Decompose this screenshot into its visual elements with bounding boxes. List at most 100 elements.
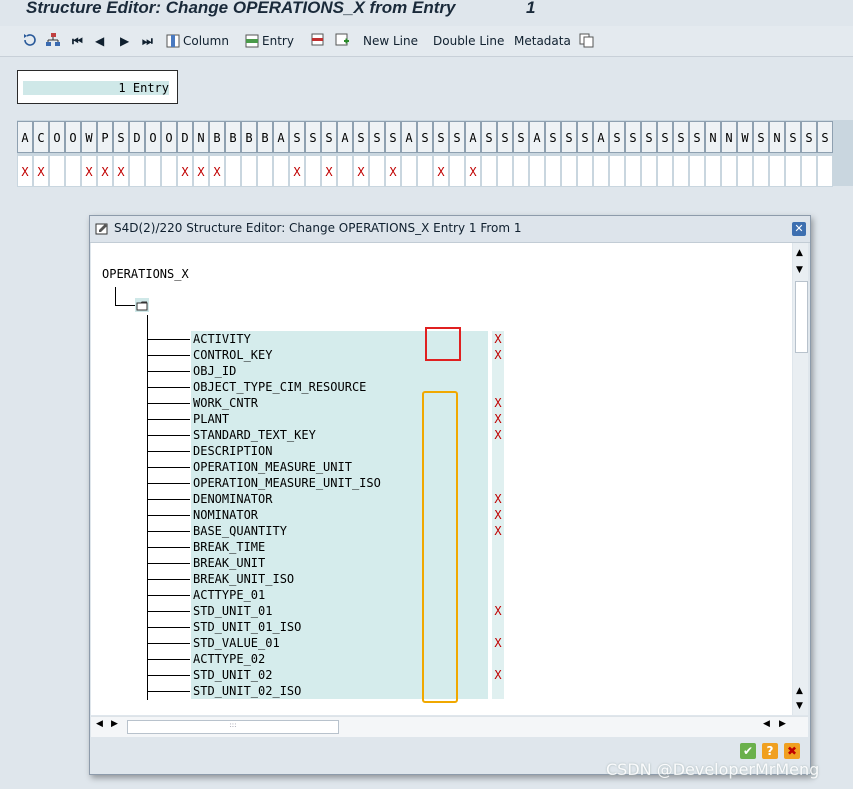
grid-column-header[interactable]: O bbox=[161, 121, 177, 153]
grid-column-header[interactable]: O bbox=[49, 121, 65, 153]
grid-column-header[interactable]: S bbox=[433, 121, 449, 153]
grid-cell[interactable] bbox=[561, 155, 577, 187]
first-page-icon[interactable]: ⏮ bbox=[72, 32, 83, 50]
grid-cell[interactable]: X bbox=[353, 155, 369, 187]
field-value[interactable] bbox=[492, 587, 504, 603]
scroll-right-end-icon[interactable]: ▶ bbox=[779, 719, 786, 729]
last-page-icon[interactable]: ⏭ bbox=[142, 32, 153, 50]
grid-column-header[interactable]: S bbox=[577, 121, 593, 153]
grid-cell[interactable] bbox=[337, 155, 353, 187]
grid-cell[interactable]: X bbox=[385, 155, 401, 187]
grid-cell[interactable] bbox=[737, 155, 753, 187]
grid-cell[interactable] bbox=[705, 155, 721, 187]
grid-cell[interactable] bbox=[369, 155, 385, 187]
confirm-button[interactable]: ✔ bbox=[740, 743, 756, 759]
grid-cell[interactable] bbox=[225, 155, 241, 187]
grid-column-header[interactable]: O bbox=[145, 121, 161, 153]
grid-column-header[interactable]: B bbox=[257, 121, 273, 153]
grid-cell[interactable]: X bbox=[33, 155, 49, 187]
grid-cell[interactable] bbox=[497, 155, 513, 187]
new-line-button[interactable]: New Line bbox=[363, 32, 418, 50]
grid-column-header[interactable]: P bbox=[97, 121, 113, 153]
grid-column-header[interactable]: A bbox=[593, 121, 609, 153]
grid-column-header[interactable]: A bbox=[401, 121, 417, 153]
grid-cell[interactable] bbox=[417, 155, 433, 187]
scroll-thumb[interactable] bbox=[795, 281, 808, 353]
field-value[interactable]: X bbox=[492, 507, 504, 523]
grid-cell[interactable]: X bbox=[113, 155, 129, 187]
grid-cell[interactable] bbox=[785, 155, 801, 187]
grid-column-header[interactable]: S bbox=[417, 121, 433, 153]
hscroll-thumb[interactable]: ::: bbox=[127, 720, 339, 734]
grid-column-header[interactable]: S bbox=[497, 121, 513, 153]
scroll-left-end-icon[interactable]: ◀ bbox=[763, 719, 770, 729]
grid-column-header[interactable]: S bbox=[289, 121, 305, 153]
grid-cell[interactable] bbox=[545, 155, 561, 187]
grid-cell[interactable]: X bbox=[193, 155, 209, 187]
field-value[interactable]: X bbox=[492, 331, 504, 347]
copy-icon[interactable] bbox=[578, 32, 594, 50]
previous-page-icon[interactable]: ◀ bbox=[95, 32, 104, 50]
grid-column-header[interactable]: N bbox=[721, 121, 737, 153]
grid-column-header[interactable]: S bbox=[689, 121, 705, 153]
field-value[interactable] bbox=[492, 651, 504, 667]
cancel-button[interactable]: ✖ bbox=[784, 743, 800, 759]
grid-column-header[interactable]: B bbox=[241, 121, 257, 153]
grid-column-header[interactable]: S bbox=[625, 121, 641, 153]
grid-cell[interactable]: X bbox=[465, 155, 481, 187]
grid-column-header[interactable]: A bbox=[273, 121, 289, 153]
scroll-down-bottom-icon[interactable]: ▼ bbox=[796, 701, 803, 711]
grid-column-header[interactable]: S bbox=[481, 121, 497, 153]
field-value[interactable] bbox=[492, 443, 504, 459]
grid-column-header[interactable]: A bbox=[529, 121, 545, 153]
hierarchy-icon[interactable] bbox=[45, 32, 61, 50]
grid-cell[interactable] bbox=[401, 155, 417, 187]
scroll-up-icon[interactable]: ▲ bbox=[796, 248, 803, 258]
grid-column-header[interactable]: W bbox=[737, 121, 753, 153]
dialog-title-bar[interactable]: S4D(2)/220 Structure Editor: Change OPER… bbox=[90, 216, 810, 243]
grid-column-header[interactable]: A bbox=[337, 121, 353, 153]
close-button[interactable]: ✕ bbox=[792, 222, 806, 236]
field-value[interactable] bbox=[492, 555, 504, 571]
field-value[interactable]: X bbox=[492, 523, 504, 539]
grid-column-header[interactable]: N bbox=[769, 121, 785, 153]
grid-column-header[interactable]: W bbox=[81, 121, 97, 153]
field-value[interactable] bbox=[492, 683, 504, 699]
grid-cell[interactable] bbox=[257, 155, 273, 187]
vertical-scrollbar[interactable]: ▲ ▼ ▲ ▼ bbox=[793, 243, 808, 715]
folder-node[interactable] bbox=[135, 298, 149, 312]
grid-column-header[interactable]: S bbox=[545, 121, 561, 153]
grid-cell[interactable] bbox=[641, 155, 657, 187]
grid-cell[interactable] bbox=[769, 155, 785, 187]
grid-column-header[interactable]: S bbox=[561, 121, 577, 153]
grid-column-header[interactable]: S bbox=[801, 121, 817, 153]
grid-column-header[interactable]: N bbox=[705, 121, 721, 153]
grid-column-header[interactable]: S bbox=[353, 121, 369, 153]
grid-column-header[interactable]: S bbox=[609, 121, 625, 153]
grid-column-header[interactable]: N bbox=[193, 121, 209, 153]
grid-column-header[interactable]: S bbox=[449, 121, 465, 153]
grid-column-header[interactable]: S bbox=[641, 121, 657, 153]
grid-cell[interactable] bbox=[721, 155, 737, 187]
field-value[interactable]: X bbox=[492, 347, 504, 363]
scroll-up-bottom-icon[interactable]: ▲ bbox=[796, 686, 803, 696]
field-value[interactable] bbox=[492, 475, 504, 491]
grid-cell[interactable]: X bbox=[433, 155, 449, 187]
grid-cell[interactable] bbox=[513, 155, 529, 187]
grid-column-header[interactable]: S bbox=[817, 121, 833, 153]
field-value[interactable] bbox=[492, 619, 504, 635]
grid-cell[interactable] bbox=[689, 155, 705, 187]
grid-column-header[interactable]: S bbox=[785, 121, 801, 153]
grid-column-header[interactable]: O bbox=[65, 121, 81, 153]
grid-cell[interactable] bbox=[145, 155, 161, 187]
grid-cell[interactable]: X bbox=[177, 155, 193, 187]
grid-cell[interactable] bbox=[625, 155, 641, 187]
grid-column-header[interactable]: D bbox=[177, 121, 193, 153]
grid-cell[interactable]: X bbox=[97, 155, 113, 187]
field-value[interactable] bbox=[492, 539, 504, 555]
grid-cell[interactable]: X bbox=[17, 155, 33, 187]
grid-cell[interactable] bbox=[129, 155, 145, 187]
insert-line-icon[interactable] bbox=[334, 32, 350, 50]
double-line-button[interactable]: Double Line bbox=[433, 32, 504, 50]
field-value[interactable]: X bbox=[492, 667, 504, 683]
